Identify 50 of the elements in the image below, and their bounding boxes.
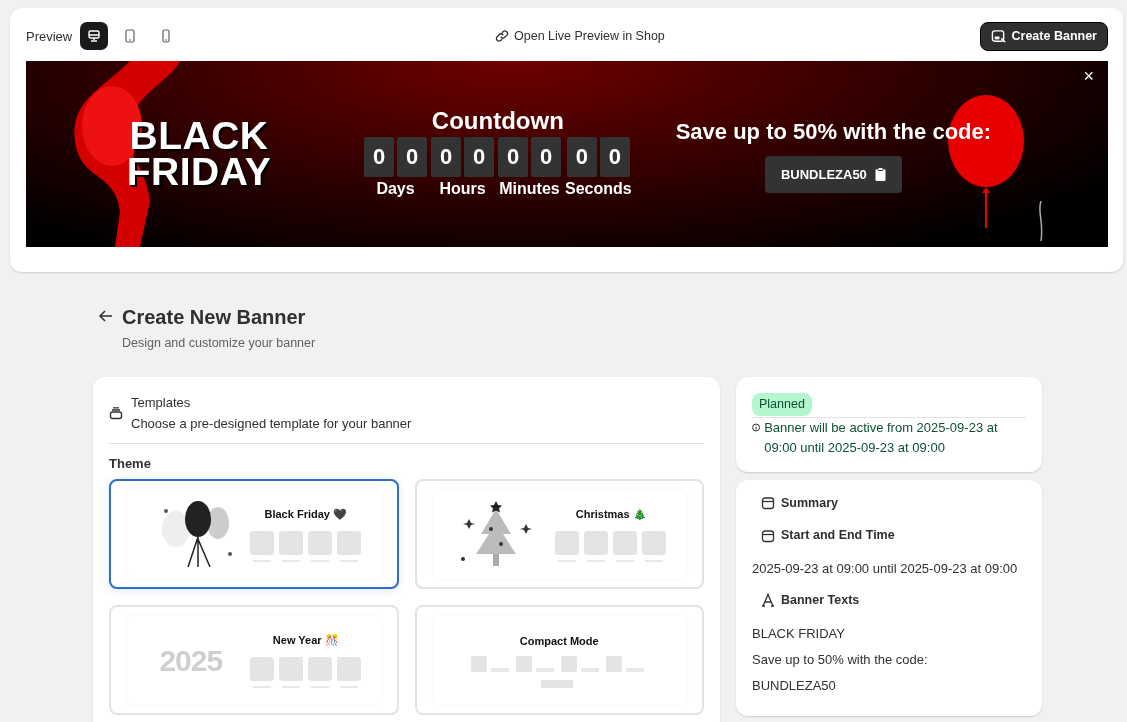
countdown-digit: 0	[599, 136, 630, 177]
countdown-digit: 0	[431, 136, 461, 177]
countdown-digit: 0	[464, 136, 494, 177]
summary-heading: Start and End Time	[781, 527, 895, 545]
stack-icon	[109, 406, 123, 421]
countdown-digit: 0	[397, 136, 427, 177]
clipboard-icon	[874, 167, 886, 182]
summary-text: 2025-09-23 at 09:00 until 2025-09-23 at 09:00	[752, 560, 1019, 578]
page-title: Create New Banner	[122, 305, 307, 330]
countdown-digit: 0	[364, 136, 394, 177]
countdown-digit: 0	[566, 136, 597, 177]
section-title: Templates	[131, 393, 192, 412]
desktop-view-button[interactable]	[80, 22, 109, 51]
summary-text: BLACK FRIDAY	[752, 624, 846, 643]
live-preview-link[interactable]: Open Live Preview in Shop	[495, 27, 665, 46]
countdown-unit-label: Seconds	[565, 178, 632, 199]
info-icon	[752, 420, 761, 434]
template-card[interactable]: Christmas 🎄	[414, 479, 704, 590]
summary-heading: Summary	[781, 494, 838, 512]
theme-label: Theme	[109, 454, 152, 473]
calendar-icon	[761, 495, 775, 510]
letter-icon	[761, 593, 775, 608]
template-card[interactable]: Compact Mode	[414, 605, 704, 716]
status-message: Banner will be active from 2025-09-23 at 09:00 until 2025-09-23 at 09:00	[764, 418, 999, 457]
calendar-icon	[761, 528, 775, 543]
template-name: Black Friday 🖤	[264, 507, 347, 522]
coupon-code-button[interactable]: BUNDLEZA50	[764, 155, 902, 193]
banner-icon	[990, 28, 1006, 44]
create-banner-button[interactable]: Create Banner	[979, 22, 1108, 51]
template-name: New Year 🎊	[272, 633, 339, 648]
preview-label: Preview	[26, 27, 73, 46]
close-button[interactable]: ×	[1079, 64, 1098, 87]
link-icon	[495, 29, 509, 44]
countdown-unit-label: Days	[376, 178, 415, 199]
back-arrow-icon[interactable]	[98, 308, 114, 324]
status-badge: Planned	[752, 392, 812, 416]
countdown-digit: 0	[531, 136, 561, 177]
countdown-unit-label: Minutes	[499, 178, 560, 199]
page-subtitle: Design and customize your banner	[122, 335, 316, 352]
countdown-digit: 0	[498, 136, 528, 177]
summary-text: Save up to 50% with the code:	[752, 650, 929, 669]
summary-text: BUNDLEZA50	[752, 676, 837, 695]
template-name: Compact Mode	[519, 634, 599, 649]
summary-heading: Banner Texts	[781, 592, 860, 609]
template-card[interactable]: Black Friday 🖤	[109, 479, 399, 590]
countdown-unit-label: Hours	[439, 178, 486, 199]
section-description: Choose a pre-designed template for your banner	[131, 415, 412, 434]
monitor-icon	[86, 28, 103, 45]
template-name: Christmas 🎄	[575, 507, 647, 522]
countdown-title: Countdown	[431, 106, 564, 135]
